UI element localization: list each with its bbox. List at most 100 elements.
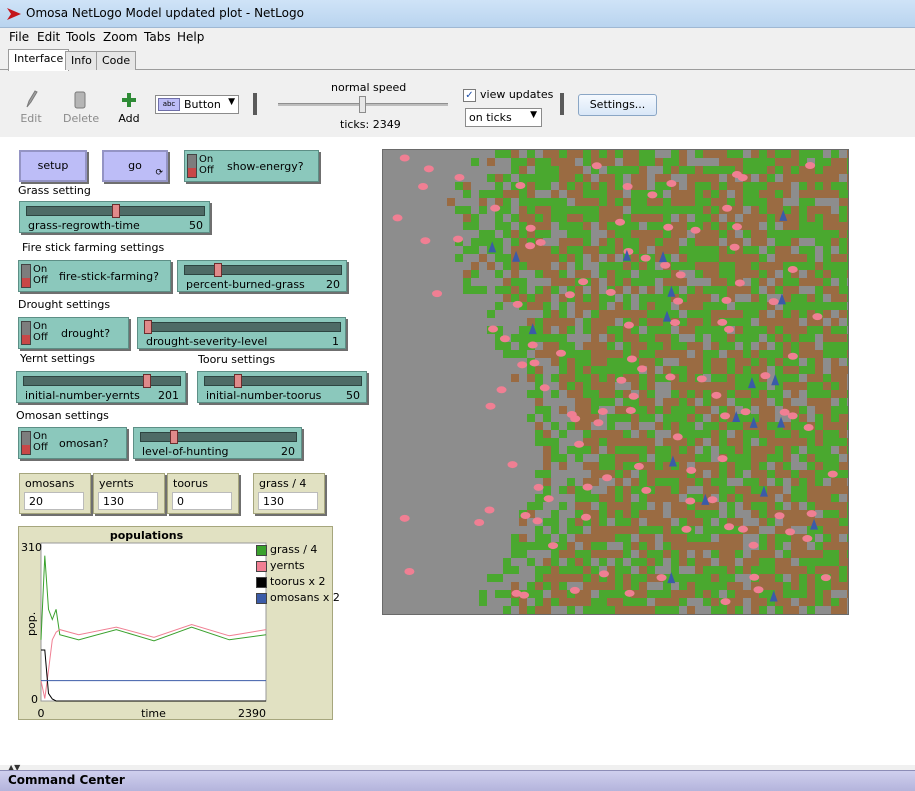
grass-regrowth-time-slider[interactable]: grass-regrowth-time 50 xyxy=(19,201,210,233)
world-view[interactable] xyxy=(382,149,855,622)
omosan-switch[interactable]: On Off omosan? xyxy=(18,427,127,459)
patch xyxy=(823,366,831,374)
slider-thumb[interactable] xyxy=(234,374,242,388)
slider-thumb[interactable] xyxy=(144,320,152,334)
patch xyxy=(791,334,799,342)
patch xyxy=(607,174,615,182)
patch xyxy=(663,406,671,414)
patch xyxy=(791,438,799,446)
patch xyxy=(503,198,511,206)
initial-number-yernts-slider[interactable]: initial-number-yernts 201 xyxy=(16,371,186,403)
patch xyxy=(567,382,575,390)
level-of-hunting-slider[interactable]: level-of-hunting 20 xyxy=(133,427,302,459)
slider-thumb[interactable] xyxy=(169,430,178,444)
settings-button[interactable]: Settings... xyxy=(578,94,657,116)
command-center-header[interactable]: Command Center xyxy=(0,770,915,791)
patch xyxy=(743,302,751,310)
slider-track[interactable] xyxy=(23,376,181,386)
patch xyxy=(839,246,847,254)
edit-button[interactable]: Edit xyxy=(14,85,48,125)
patch xyxy=(735,494,743,502)
drought-switch[interactable]: On Off drought? xyxy=(18,317,129,349)
patch xyxy=(687,334,695,342)
patch xyxy=(663,430,671,438)
patch xyxy=(815,470,823,478)
patch xyxy=(551,390,559,398)
menu-zoom[interactable]: Zoom xyxy=(103,30,138,44)
patch xyxy=(839,182,847,190)
slider-thumb[interactable] xyxy=(111,204,120,218)
slider-thumb[interactable] xyxy=(214,263,222,277)
show-energy-switch[interactable]: On Off show-energy? xyxy=(184,150,319,182)
fire-stick-farming-switch[interactable]: On Off fire-stick-farming? xyxy=(18,260,171,292)
patch xyxy=(735,214,743,222)
patch xyxy=(807,398,815,406)
patch xyxy=(831,174,839,182)
slider-track[interactable] xyxy=(184,265,342,275)
slider-track[interactable] xyxy=(144,322,341,332)
menu-help[interactable]: Help xyxy=(177,30,204,44)
patch xyxy=(703,478,711,486)
patch xyxy=(567,214,575,222)
patch xyxy=(767,350,775,358)
patch xyxy=(535,422,543,430)
patch xyxy=(631,478,639,486)
tab-interface[interactable]: Interface xyxy=(8,49,70,71)
patch xyxy=(639,206,647,214)
menu-edit[interactable]: Edit xyxy=(37,30,60,44)
patch xyxy=(511,270,519,278)
patch xyxy=(607,206,615,214)
patch xyxy=(839,414,847,422)
patch xyxy=(719,150,727,158)
patch xyxy=(711,230,719,238)
setup-button[interactable]: setup xyxy=(19,150,87,182)
delete-button[interactable]: Delete xyxy=(63,85,99,125)
drought-severity-level-slider[interactable]: drought-severity-level 1 xyxy=(137,317,346,349)
patch xyxy=(567,150,575,158)
patch xyxy=(711,462,719,470)
patch xyxy=(671,502,679,510)
patch xyxy=(663,582,671,590)
yernt-agent xyxy=(543,495,554,503)
patch xyxy=(511,222,519,230)
tab-code[interactable]: Code xyxy=(96,51,137,70)
patch xyxy=(767,494,775,502)
speed-slider-thumb[interactable] xyxy=(359,96,366,113)
patch xyxy=(775,366,783,374)
go-button[interactable]: go ⟳ xyxy=(102,150,168,182)
slider-track[interactable] xyxy=(204,376,362,386)
add-button[interactable]: Add xyxy=(112,85,146,125)
menu-tabs[interactable]: Tabs xyxy=(144,30,171,44)
patch xyxy=(759,430,767,438)
patch xyxy=(655,310,663,318)
percent-burned-grass-slider[interactable]: percent-burned-grass 20 xyxy=(177,260,347,292)
patch xyxy=(599,262,607,270)
update-mode-select[interactable]: on ticks ▼ xyxy=(465,108,542,127)
widget-type-select[interactable]: abc Button ▼ xyxy=(155,95,239,114)
patch xyxy=(511,334,519,342)
patch xyxy=(647,270,655,278)
initial-number-toorus-slider[interactable]: initial-number-toorus 50 xyxy=(197,371,367,403)
patch xyxy=(511,286,519,294)
view-updates-checkbox[interactable]: ✓ xyxy=(463,89,476,102)
menu-file[interactable]: File xyxy=(9,30,29,44)
patch xyxy=(791,390,799,398)
slider-track[interactable] xyxy=(140,432,297,442)
patch xyxy=(551,526,559,534)
patch xyxy=(647,342,655,350)
patch xyxy=(679,518,687,526)
patch xyxy=(743,494,751,502)
patch xyxy=(791,454,799,462)
patch xyxy=(783,462,791,470)
patch xyxy=(663,150,671,158)
patch xyxy=(719,366,727,374)
menu-tools[interactable]: Tools xyxy=(66,30,96,44)
patch xyxy=(543,518,551,526)
world-canvas[interactable] xyxy=(383,150,855,622)
toolbar-separator xyxy=(253,93,257,115)
patch xyxy=(775,478,783,486)
patch xyxy=(735,254,743,262)
slider-thumb[interactable] xyxy=(143,374,151,388)
tab-info[interactable]: Info xyxy=(65,51,98,70)
patch xyxy=(647,558,655,566)
